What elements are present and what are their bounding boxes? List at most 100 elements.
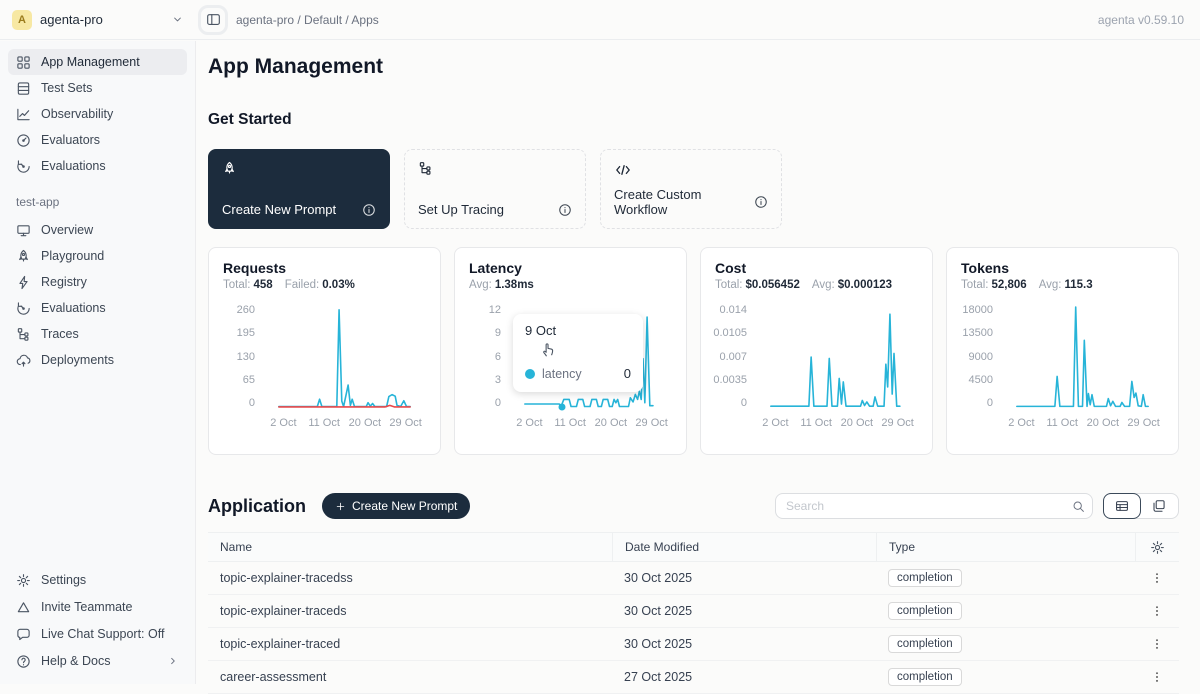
dots-vertical-icon xyxy=(1150,571,1164,585)
type-badge: completion xyxy=(888,602,962,620)
table-row[interactable]: career-assessment 27 Oct 2025 completion xyxy=(208,661,1179,694)
sidebar-item-evaluators[interactable]: Evaluators xyxy=(8,127,187,153)
row-actions-button[interactable] xyxy=(1135,637,1179,651)
card-view-icon xyxy=(1152,499,1166,513)
workspace-selector[interactable]: A agenta-pro xyxy=(0,0,196,39)
page-title: App Management xyxy=(208,55,1179,79)
card-view-button[interactable] xyxy=(1140,493,1178,519)
app-version: agenta v0.59.10 xyxy=(1098,13,1200,27)
info-icon[interactable] xyxy=(754,195,768,209)
legend-dot xyxy=(525,369,535,379)
breadcrumb: agenta-pro / Default / Apps xyxy=(236,13,379,27)
stat-pair: Avg:$0.000123 xyxy=(812,279,892,291)
chart-y-axis-labels: 129630 xyxy=(469,305,509,409)
gear-icon xyxy=(1150,540,1165,555)
chart-plot-area[interactable] xyxy=(263,305,426,409)
chart-x-axis-labels: 2 Oct11 Oct20 Oct29 Oct xyxy=(263,417,426,431)
table-view-button[interactable] xyxy=(1103,493,1141,519)
chevron-right-icon xyxy=(167,655,179,667)
type-badge: completion xyxy=(888,635,962,653)
table-header: Name Date Modified Type xyxy=(208,532,1179,562)
sidebar-item-evaluations[interactable]: Evaluations xyxy=(8,153,187,179)
sidebar-item-evaluations[interactable]: Evaluations xyxy=(8,295,187,321)
observability-chart-icon xyxy=(16,107,31,122)
application-heading: Application xyxy=(208,496,306,517)
column-header-name: Name xyxy=(208,533,612,561)
row-actions-button[interactable] xyxy=(1135,571,1179,585)
sidebar-toggle-button[interactable] xyxy=(198,5,228,35)
stat-pair: Total:458 xyxy=(223,279,273,291)
column-header-date-modified: Date Modified xyxy=(612,533,876,561)
panel-left-icon xyxy=(206,12,221,27)
dots-vertical-icon xyxy=(1150,604,1164,618)
sidebar-item-invite-teammate[interactable]: Invite Teammate xyxy=(8,594,187,620)
get-started-card-set-up-tracing[interactable]: Set Up Tracing xyxy=(404,149,586,229)
gauge-arrow-icon xyxy=(16,159,31,174)
sidebar-item-traces[interactable]: Traces xyxy=(8,321,187,347)
table-settings-button[interactable] xyxy=(1135,533,1179,561)
search-box xyxy=(775,493,1093,519)
table-row[interactable]: topic-explainer-traced 30 Oct 2025 compl… xyxy=(208,628,1179,661)
stat-pair: Avg:1.38ms xyxy=(469,279,534,291)
create-new-prompt-button[interactable]: Create New Prompt xyxy=(322,493,470,519)
dots-vertical-icon xyxy=(1150,637,1164,651)
stat-card-cost: Cost Total:$0.056452Avg:$0.000123 0.0140… xyxy=(700,247,933,455)
stat-card-latency: Latency Avg:1.38ms 129630 2 Oct11 Oct20 … xyxy=(454,247,687,455)
sidebar-item-playground[interactable]: Playground xyxy=(8,243,187,269)
cursor-hand-icon xyxy=(539,340,558,359)
get-started-card-create-custom-workflow[interactable]: Create Custom Workflow xyxy=(600,149,782,229)
top-bar: A agenta-pro agenta-pro / Default / Apps… xyxy=(0,0,1200,40)
chat-icon xyxy=(16,627,31,642)
sidebar-item-app-management[interactable]: App Management xyxy=(8,49,187,75)
stat-card-stats: Total:52,806Avg:115.3 xyxy=(961,279,1164,291)
workspace-name: agenta-pro xyxy=(40,12,163,27)
sidebar-item-overview[interactable]: Overview xyxy=(8,217,187,243)
main-content: App Management Get Started Create New Pr… xyxy=(208,40,1179,694)
get-started-card-create-new-prompt[interactable]: Create New Prompt xyxy=(208,149,390,229)
view-toggle xyxy=(1103,493,1179,519)
rocket-icon xyxy=(16,249,31,264)
row-actions-button[interactable] xyxy=(1135,670,1179,684)
chart-y-axis-labels: 1800013500900045000 xyxy=(961,305,1001,409)
applications-table: Name Date Modified Type topic-explainer-… xyxy=(208,532,1179,694)
chart-plot-area[interactable] xyxy=(755,305,918,409)
search-input[interactable] xyxy=(776,499,1064,513)
sidebar-item-observability[interactable]: Observability xyxy=(8,101,187,127)
table-row[interactable]: topic-explainer-tracedss 30 Oct 2025 com… xyxy=(208,562,1179,595)
sidebar-main-nav: App Management Test Sets Observability E… xyxy=(8,49,187,179)
type-badge: completion xyxy=(888,569,962,587)
stat-card-title: Cost xyxy=(715,260,918,276)
gear-icon xyxy=(16,573,31,588)
column-header-type: Type xyxy=(876,533,1135,561)
get-started-cards: Create New Prompt Set Up Tracing Create … xyxy=(208,149,1179,229)
chart-plot-area[interactable] xyxy=(1001,305,1164,409)
plus-icon xyxy=(335,501,346,512)
chart-x-axis-labels: 2 Oct11 Oct20 Oct29 Oct xyxy=(1001,417,1164,431)
type-badge: completion xyxy=(888,668,962,686)
sidebar-item-live-chat-support-off[interactable]: Live Chat Support: Off xyxy=(8,621,187,647)
table-view-icon xyxy=(1115,499,1129,513)
table-body: topic-explainer-tracedss 30 Oct 2025 com… xyxy=(208,562,1179,694)
chart-y-axis-labels: 260195130650 xyxy=(223,305,263,409)
gauge-icon xyxy=(16,133,31,148)
row-actions-button[interactable] xyxy=(1135,604,1179,618)
sidebar-item-settings[interactable]: Settings xyxy=(8,567,187,593)
chart-x-axis-labels: 2 Oct11 Oct20 Oct29 Oct xyxy=(509,417,672,431)
sidebar-item-deployments[interactable]: Deployments xyxy=(8,347,187,373)
table-row[interactable]: topic-explainer-traceds 30 Oct 2025 comp… xyxy=(208,595,1179,628)
sidebar-footer-nav: Settings Invite Teammate Live Chat Suppo… xyxy=(8,567,187,674)
sidebar-item-help-docs[interactable]: Help & Docs xyxy=(8,648,187,674)
search-icon[interactable] xyxy=(1064,494,1092,518)
tree-icon xyxy=(418,161,436,179)
sidebar-item-test-sets[interactable]: Test Sets xyxy=(8,75,187,101)
stat-pair: Total:$0.056452 xyxy=(715,279,800,291)
line-series-cost xyxy=(771,314,900,406)
cloud-icon xyxy=(16,353,31,368)
sidebar-project-nav: Overview Playground Registry Evaluations… xyxy=(8,217,187,373)
info-icon[interactable] xyxy=(558,203,572,217)
help-icon xyxy=(16,654,31,669)
info-icon[interactable] xyxy=(362,203,376,217)
sidebar-item-registry[interactable]: Registry xyxy=(8,269,187,295)
stat-card-title: Tokens xyxy=(961,260,1164,276)
chevron-down-icon xyxy=(171,13,184,26)
